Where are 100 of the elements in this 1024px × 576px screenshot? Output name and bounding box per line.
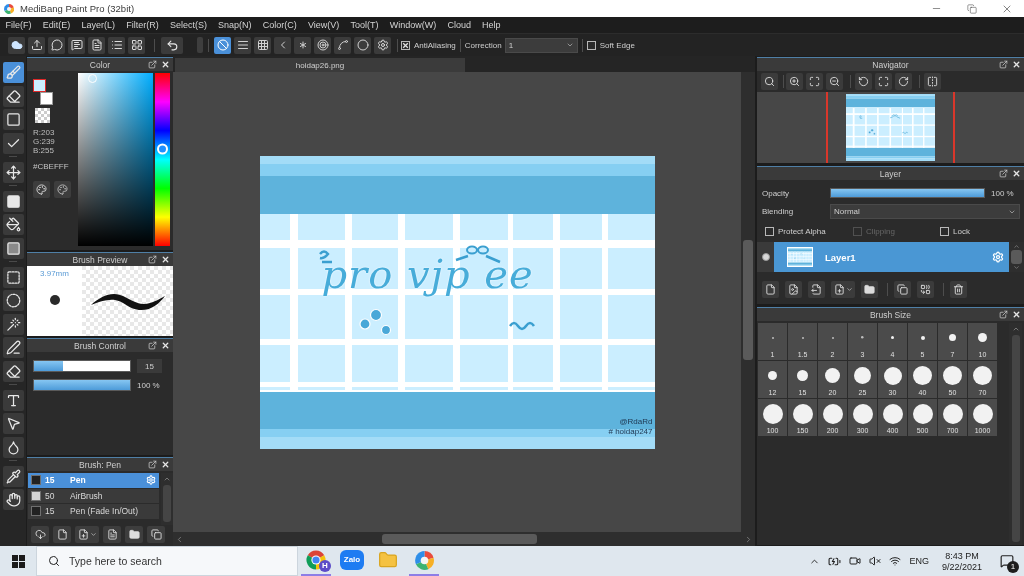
brush-tool-button[interactable] xyxy=(53,526,71,543)
hue-thumb[interactable] xyxy=(157,143,168,155)
zoom-in-button[interactable] xyxy=(786,73,803,90)
toolbar-button[interactable] xyxy=(48,36,65,54)
undock-icon[interactable] xyxy=(148,255,157,264)
blending-dropdown[interactable]: Normal xyxy=(830,204,1020,219)
close-icon[interactable] xyxy=(1012,310,1021,319)
checkbox[interactable] xyxy=(765,226,774,236)
close-icon[interactable] xyxy=(161,341,170,350)
language-indicator[interactable]: ENG xyxy=(909,556,929,566)
menu-item[interactable]: Window(W) xyxy=(384,20,442,30)
folder-button[interactable] xyxy=(861,281,878,298)
tool-button[interactable] xyxy=(2,290,24,311)
toolbar-button[interactable] xyxy=(108,36,125,54)
tool-button[interactable] xyxy=(2,132,24,154)
snap-button[interactable] xyxy=(314,36,331,54)
undo-button[interactable] xyxy=(161,36,183,54)
close-icon[interactable] xyxy=(161,255,170,264)
menu-item[interactable]: Layer(L) xyxy=(75,20,121,30)
zoom-actual-button[interactable] xyxy=(761,73,778,90)
delete-button[interactable] xyxy=(950,281,967,298)
size-slider[interactable] xyxy=(33,360,131,372)
undock-icon[interactable] xyxy=(999,60,1008,69)
toolbar-button[interactable] xyxy=(28,36,45,54)
merge-button[interactable] xyxy=(917,281,934,298)
brush-tool-button[interactable] xyxy=(31,526,49,543)
toolbar-button[interactable] xyxy=(128,36,145,54)
brush-row[interactable]: 15 Pen (Fade In/Out) xyxy=(28,504,159,519)
settings-icon[interactable] xyxy=(146,475,156,486)
close-icon[interactable] xyxy=(161,60,170,69)
toolbar-grip[interactable] xyxy=(197,37,203,53)
brush-row[interactable]: 50 AirBrush xyxy=(28,488,159,503)
palette-settings-button[interactable] xyxy=(54,181,71,198)
undock-icon[interactable] xyxy=(148,60,157,69)
taskbar-app[interactable]: Zalo xyxy=(337,546,367,576)
document-tab[interactable]: hoidap26.png xyxy=(175,58,465,72)
reset-view-button[interactable] xyxy=(875,73,892,90)
rotate-right-button[interactable] xyxy=(895,73,912,90)
undock-icon[interactable] xyxy=(999,310,1008,319)
menu-item[interactable]: Select(S) xyxy=(164,20,213,30)
menu-item[interactable]: File(F) xyxy=(0,20,38,30)
snap-button[interactable] xyxy=(214,36,231,54)
taskbar-app[interactable]: H xyxy=(301,546,331,576)
rotate-left-button[interactable] xyxy=(855,73,872,90)
snap-button[interactable] xyxy=(254,36,271,54)
checkbox[interactable] xyxy=(401,40,410,50)
tool-button[interactable] xyxy=(2,85,24,107)
menu-item[interactable]: Edit(E) xyxy=(37,20,76,30)
tool-button[interactable] xyxy=(2,465,24,487)
settings-icon[interactable] xyxy=(992,251,1004,263)
duplicate-button[interactable] xyxy=(894,281,911,298)
size-value-field[interactable]: 15 xyxy=(137,359,162,373)
zoom-out-button[interactable] xyxy=(826,73,843,90)
add-layer-button[interactable] xyxy=(831,281,855,298)
start-icon[interactable] xyxy=(11,554,25,568)
transparent-color-swatch[interactable] xyxy=(35,108,50,123)
tool-button[interactable] xyxy=(2,109,24,130)
close-icon[interactable] xyxy=(1012,60,1021,69)
layer-button[interactable] xyxy=(808,281,825,298)
color-swatch[interactable] xyxy=(40,92,53,105)
menu-item[interactable]: View(V) xyxy=(302,20,345,30)
tool-button[interactable] xyxy=(2,389,24,411)
undock-icon[interactable] xyxy=(148,460,157,469)
tool-button[interactable] xyxy=(2,62,24,83)
clock-time[interactable]: 8:43 PM xyxy=(945,550,979,561)
brush-tool-button[interactable] xyxy=(75,526,99,543)
close-icon[interactable] xyxy=(1012,169,1021,178)
color-swatch[interactable] xyxy=(33,79,46,92)
hue-slider[interactable] xyxy=(155,73,170,246)
new-layer-button[interactable] xyxy=(762,281,779,298)
tool-button[interactable] xyxy=(2,190,24,212)
restore-icon[interactable] xyxy=(966,3,977,14)
toolbar-button[interactable] xyxy=(88,36,105,54)
tool-button[interactable] xyxy=(2,413,24,434)
menu-item[interactable]: Help xyxy=(476,20,507,30)
toolbar-button[interactable] xyxy=(68,36,85,54)
layer-button[interactable] xyxy=(785,281,802,298)
tool-button[interactable] xyxy=(2,360,24,382)
scrollbar-thumb[interactable] xyxy=(382,534,537,544)
tool-button[interactable] xyxy=(2,161,24,183)
menu-item[interactable]: Filter(R) xyxy=(120,20,165,30)
tool-button[interactable] xyxy=(2,266,24,288)
tool-button[interactable] xyxy=(2,237,24,259)
checkbox[interactable] xyxy=(940,226,949,236)
tool-button[interactable] xyxy=(2,214,24,235)
close-icon[interactable] xyxy=(161,460,170,469)
snap-button[interactable] xyxy=(294,36,311,54)
visibility-button[interactable] xyxy=(757,242,774,272)
undock-icon[interactable] xyxy=(999,169,1008,178)
checkbox[interactable] xyxy=(586,40,596,50)
scrollbar-thumb[interactable] xyxy=(743,240,753,360)
brush-tool-button[interactable] xyxy=(125,526,143,543)
menu-item[interactable]: Snap(N) xyxy=(212,20,258,30)
snap-button[interactable] xyxy=(334,36,351,54)
flip-button[interactable] xyxy=(924,73,941,90)
tool-button[interactable] xyxy=(2,436,24,458)
brush-tool-button[interactable] xyxy=(103,526,121,543)
tool-button[interactable] xyxy=(2,489,24,510)
tool-button[interactable] xyxy=(2,337,24,358)
menu-item[interactable]: Tool(T) xyxy=(344,20,385,30)
